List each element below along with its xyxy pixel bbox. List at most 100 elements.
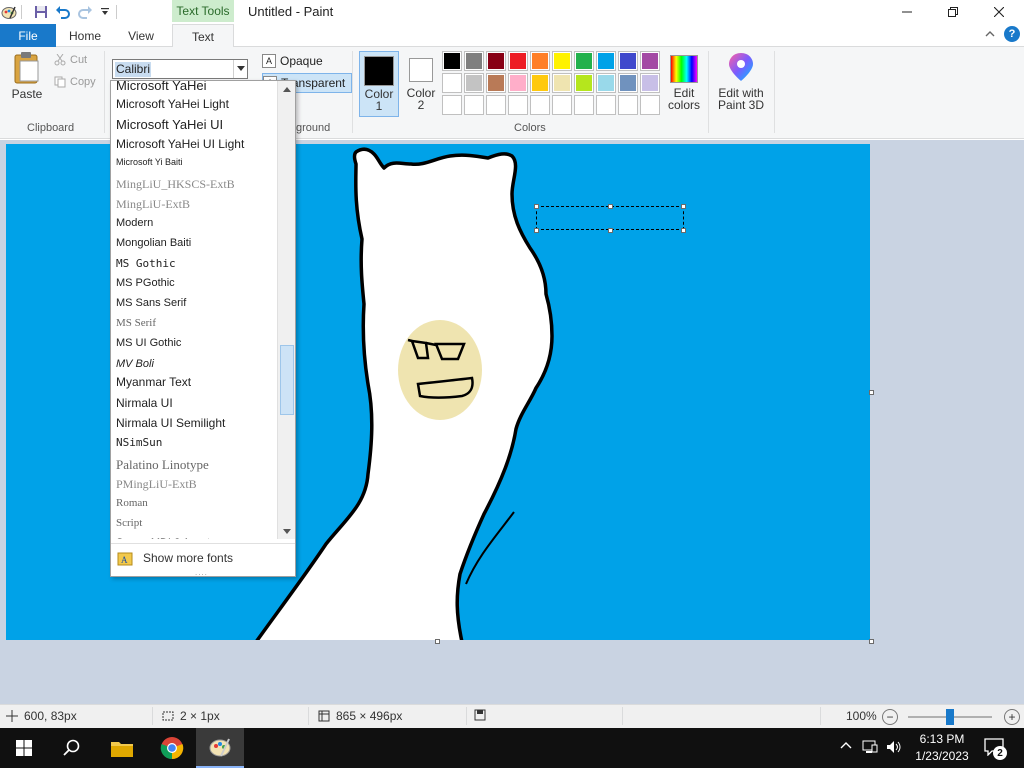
cut-button[interactable]: Cut <box>54 54 87 66</box>
font-dropdown-button[interactable] <box>233 60 247 78</box>
font-list-item[interactable]: MS PGothic <box>116 277 175 289</box>
chrome-button[interactable] <box>148 728 196 768</box>
font-list-item[interactable]: Myanmar Text <box>116 375 191 389</box>
palette-swatch[interactable] <box>552 73 572 93</box>
palette-swatch[interactable] <box>640 95 660 115</box>
palette-swatch[interactable] <box>574 73 594 93</box>
scroll-thumb[interactable] <box>280 345 294 415</box>
font-list-item[interactable]: Microsoft YaHei <box>116 81 207 93</box>
paint-app-icon[interactable] <box>0 3 18 21</box>
color2-button[interactable]: Color 2 <box>401 51 441 117</box>
undo-icon[interactable] <box>54 3 72 21</box>
palette-swatch[interactable] <box>618 95 638 115</box>
palette-swatch[interactable] <box>618 73 638 93</box>
maximize-button[interactable] <box>930 0 976 24</box>
notifications-button[interactable]: 2 <box>984 738 1007 760</box>
font-list-item[interactable]: Nirmala UI <box>116 396 173 410</box>
font-family-input[interactable]: Calibri <box>115 62 152 77</box>
palette-swatch[interactable] <box>574 51 594 71</box>
customize-dropdown-icon[interactable] <box>96 3 114 21</box>
canvas-resize-handle-bottom[interactable] <box>435 639 440 644</box>
palette-swatch[interactable] <box>552 95 572 115</box>
font-list-item[interactable]: Microsoft Yi Baiti <box>116 157 183 167</box>
close-button[interactable] <box>976 0 1022 24</box>
font-list-item[interactable]: Roman <box>116 497 148 509</box>
edit-colors-button[interactable]: Edit colors <box>664 51 704 117</box>
palette-swatch[interactable] <box>442 51 462 71</box>
palette-swatch[interactable] <box>464 95 484 115</box>
palette-swatch[interactable] <box>442 73 462 93</box>
paint-taskbar-button[interactable] <box>196 728 244 768</box>
zoom-out-icon[interactable]: − <box>882 709 898 725</box>
font-list-item[interactable]: Modern <box>116 217 153 229</box>
redo-icon[interactable] <box>76 3 94 21</box>
minimize-ribbon-icon[interactable] <box>984 28 996 43</box>
resize-grip-icon[interactable]: .... <box>195 569 211 577</box>
palette-swatch[interactable] <box>596 51 616 71</box>
show-hidden-icons-icon[interactable] <box>840 740 852 755</box>
font-list-item[interactable]: MS Serif <box>116 317 156 329</box>
zoom-in-icon[interactable]: + <box>1004 709 1020 725</box>
font-list-item[interactable]: Microsoft YaHei UI Light <box>116 137 244 151</box>
help-icon[interactable]: ? <box>1004 26 1020 42</box>
font-list-item[interactable]: NSimSun <box>116 436 162 449</box>
font-list-item[interactable]: MingLiU-ExtB <box>116 197 190 212</box>
file-explorer-button[interactable] <box>98 728 146 768</box>
palette-swatch[interactable] <box>530 73 550 93</box>
palette-swatch[interactable] <box>640 73 660 93</box>
palette-swatch[interactable] <box>618 51 638 71</box>
tab-home[interactable]: Home <box>62 24 108 47</box>
palette-swatch[interactable] <box>574 95 594 115</box>
palette-swatch[interactable] <box>486 95 506 115</box>
paste-button[interactable]: Paste <box>8 51 46 107</box>
tab-file[interactable]: File <box>0 24 56 47</box>
canvas-resize-handle-right[interactable] <box>869 390 874 395</box>
save-icon[interactable] <box>32 3 50 21</box>
scroll-down-icon[interactable] <box>280 525 294 539</box>
palette-swatch[interactable] <box>464 51 484 71</box>
palette-swatch[interactable] <box>486 51 506 71</box>
canvas-resize-handle-corner[interactable] <box>869 639 874 644</box>
font-list-item[interactable]: Microsoft YaHei UI <box>116 117 223 132</box>
font-list-item[interactable]: Script <box>116 517 142 529</box>
tab-text[interactable]: Text <box>172 24 234 48</box>
font-list-item[interactable]: Nirmala UI Semilight <box>116 416 225 430</box>
font-list-item[interactable]: Microsoft YaHei Light <box>116 97 229 111</box>
palette-swatch[interactable] <box>596 95 616 115</box>
search-button[interactable] <box>48 728 96 768</box>
font-list-item[interactable]: MS UI Gothic <box>116 337 181 349</box>
copy-button[interactable]: Copy <box>54 76 96 88</box>
font-list-item[interactable]: MS Sans Serif <box>116 297 186 309</box>
font-list-item[interactable]: Segoe MDL2 Assets <box>116 537 216 539</box>
palette-swatch[interactable] <box>464 73 484 93</box>
palette-swatch[interactable] <box>508 73 528 93</box>
palette-swatch[interactable] <box>508 95 528 115</box>
network-icon[interactable] <box>862 739 878 758</box>
palette-swatch[interactable] <box>552 51 572 71</box>
font-list-item[interactable]: MV Boli <box>116 358 154 370</box>
palette-swatch[interactable] <box>508 51 528 71</box>
tab-view[interactable]: View <box>118 24 164 47</box>
edit-with-paint3d-button[interactable]: Edit with Paint 3D <box>712 51 770 117</box>
show-more-fonts-link[interactable]: A Show more fonts <box>111 543 295 571</box>
font-list-scrollbar[interactable] <box>277 81 295 539</box>
palette-swatch[interactable] <box>442 95 462 115</box>
taskbar-date[interactable]: 1/23/2023 <box>912 749 972 763</box>
start-button[interactable] <box>0 728 48 768</box>
font-list-item[interactable]: Mongolian Baiti <box>116 237 191 249</box>
font-list-item[interactable]: MingLiU_HKSCS-ExtB <box>116 177 235 192</box>
taskbar-time[interactable]: 6:13 PM <box>912 732 972 746</box>
opaque-option[interactable]: A Opaque <box>262 51 323 71</box>
palette-swatch[interactable] <box>486 73 506 93</box>
zoom-slider-thumb[interactable] <box>946 709 954 725</box>
palette-swatch[interactable] <box>530 95 550 115</box>
text-selection-box[interactable] <box>536 206 684 230</box>
palette-swatch[interactable] <box>530 51 550 71</box>
minimize-button[interactable] <box>884 0 930 24</box>
scroll-up-icon[interactable] <box>280 83 294 97</box>
font-list-item[interactable]: PMingLiU-ExtB <box>116 477 197 492</box>
volume-icon[interactable] <box>886 739 902 758</box>
palette-swatch[interactable] <box>596 73 616 93</box>
font-dropdown-list[interactable]: Microsoft YaHei Microsoft YaHei Light Micr… <box>110 80 296 577</box>
font-list-item[interactable]: Palatino Linotype <box>116 457 209 473</box>
